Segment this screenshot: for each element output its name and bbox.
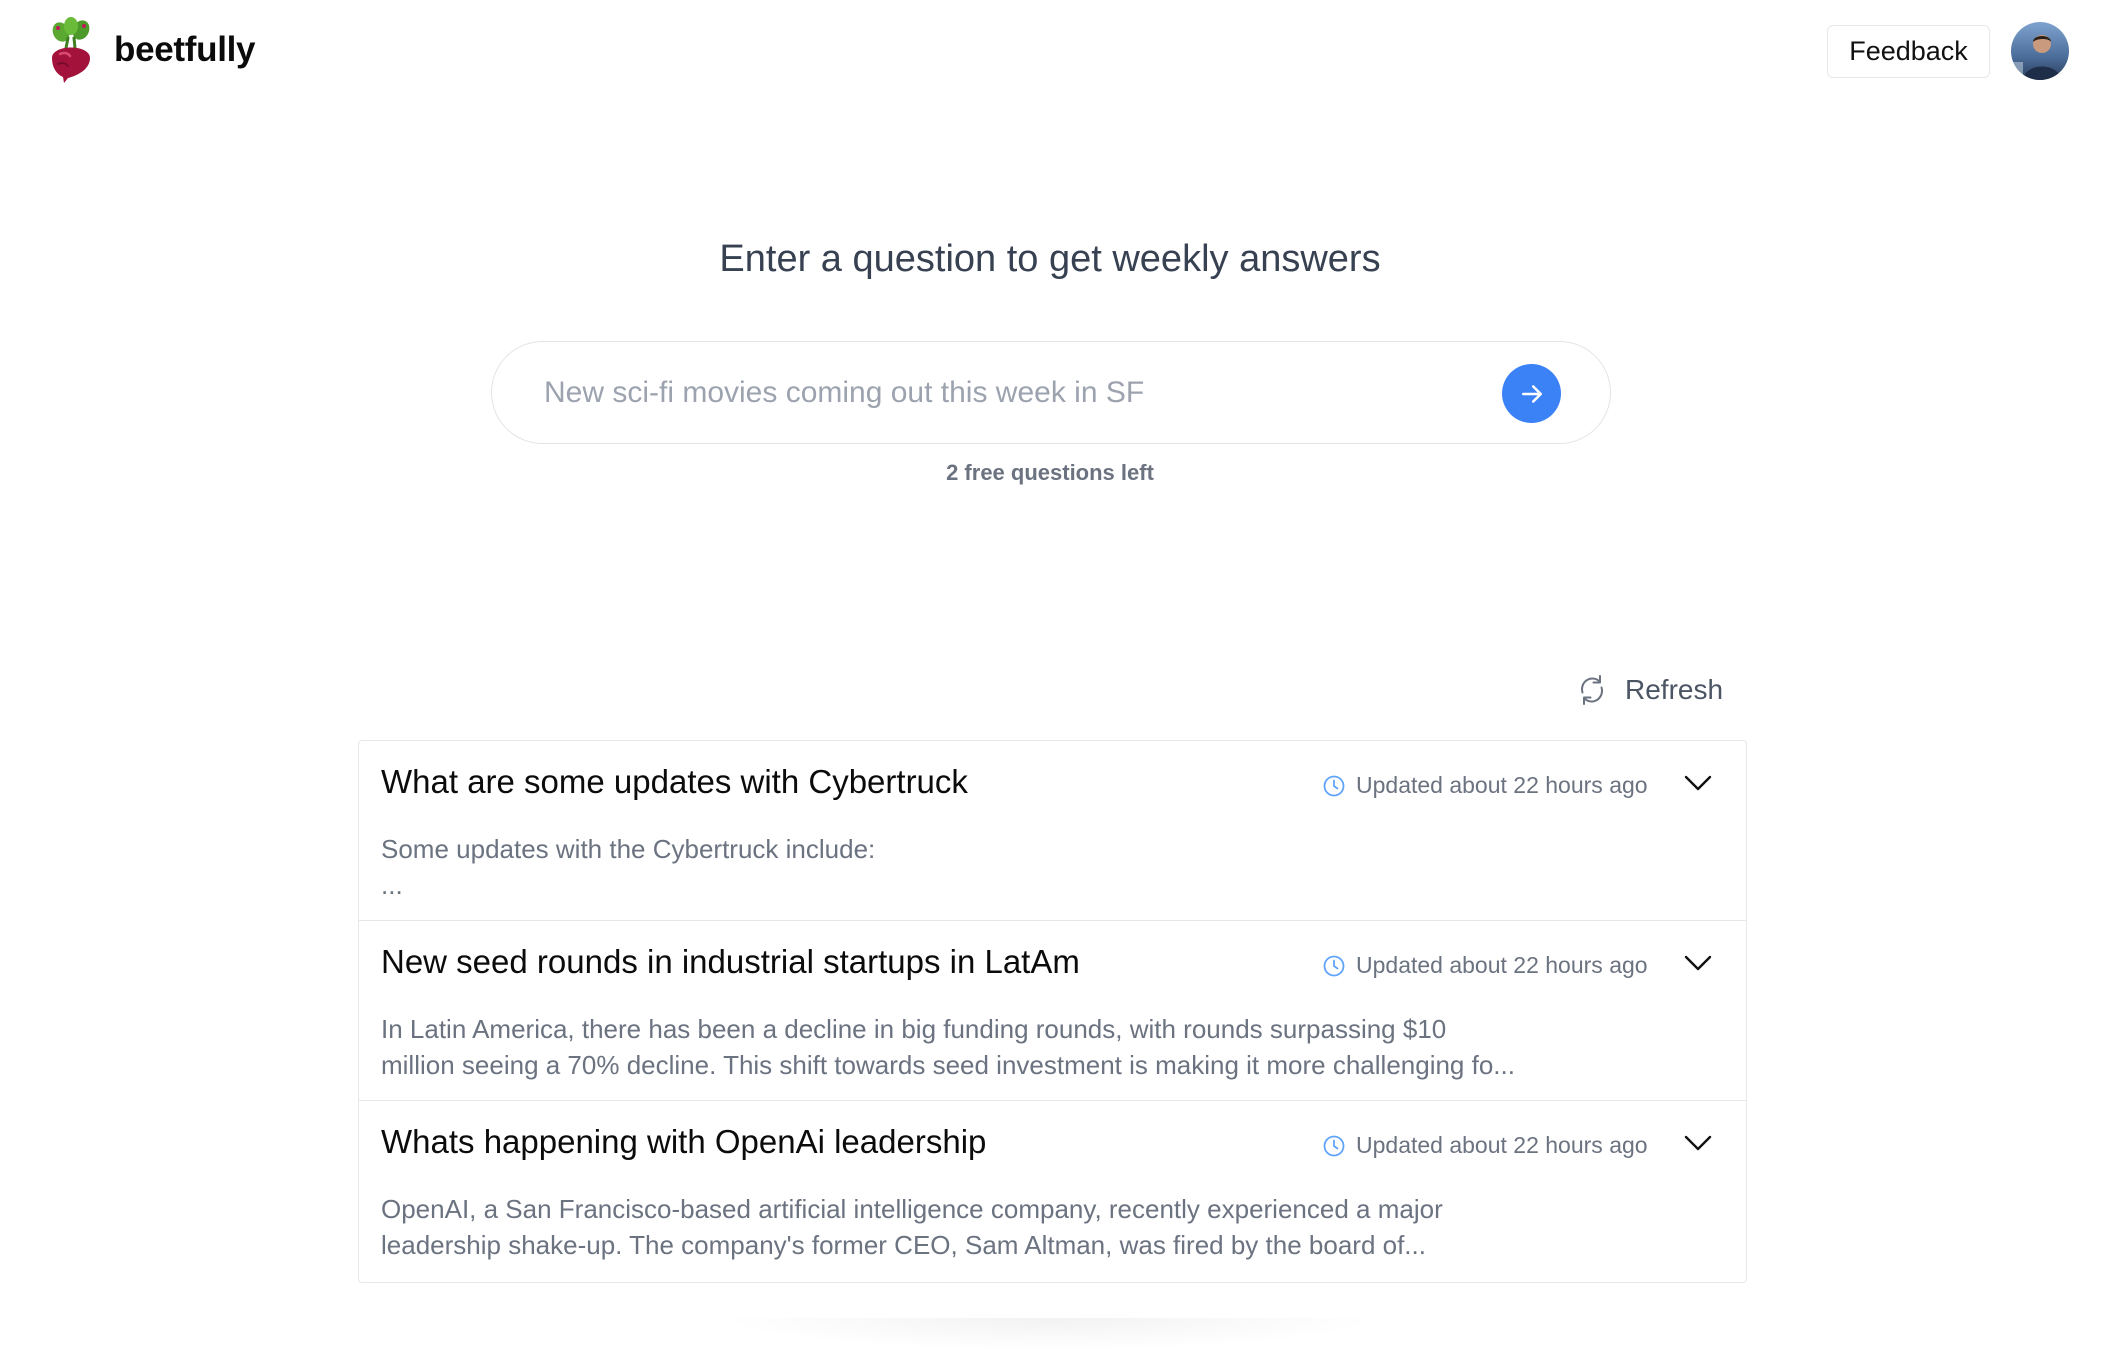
updated-text: Updated about 22 hours ago xyxy=(1356,1132,1648,1158)
clock-icon xyxy=(1323,1135,1345,1156)
user-avatar[interactable] xyxy=(2011,22,2069,80)
refresh-label: Refresh xyxy=(1625,674,1724,705)
question-input[interactable] xyxy=(542,360,1462,426)
summary-line: In Latin America, there has been a decli… xyxy=(381,1014,1447,1044)
submit-question-button[interactable] xyxy=(1502,364,1561,423)
summary-line: million seeing a 70% decline. This shift… xyxy=(381,1050,1515,1080)
top-header: beetfully Feedback xyxy=(0,0,2108,104)
refresh-icon xyxy=(1581,675,1603,705)
summary-line: Some updates with the Cybertruck include… xyxy=(381,834,876,864)
refresh-button[interactable]: Refresh xyxy=(1577,673,1723,707)
feedback-button[interactable]: Feedback xyxy=(1827,25,1990,78)
avatar-image xyxy=(2011,22,2069,80)
summary-line: leadership shake-up. The company's forme… xyxy=(381,1230,1426,1260)
question-summary: OpenAI, a San Francisco-based artificial… xyxy=(381,1191,1551,1263)
arrow-right-icon xyxy=(1521,384,1542,403)
question-summary: In Latin America, there has been a decli… xyxy=(381,1011,1551,1083)
question-title: Whats happening with OpenAi leadership xyxy=(381,1123,987,1160)
clock-icon xyxy=(1323,775,1345,796)
free-questions-counter: 2 free questions left xyxy=(946,460,1154,485)
page-title: Enter a question to get weekly answers xyxy=(719,238,1381,280)
chevron-down-icon[interactable] xyxy=(1681,1131,1715,1155)
question-search-box xyxy=(491,341,1611,444)
question-title: New seed rounds in industrial startups i… xyxy=(381,943,1080,980)
updated-status: Updated about 22 hours ago xyxy=(1322,952,1648,979)
beet-icon xyxy=(52,17,90,83)
summary-line: OpenAI, a San Francisco-based artificial… xyxy=(381,1194,1443,1224)
brand-logo[interactable]: beetfully xyxy=(44,16,256,84)
question-item[interactable]: New seed rounds in industrial startups i… xyxy=(359,921,1746,1101)
question-item[interactable]: What are some updates with Cybertruck Up… xyxy=(359,741,1746,921)
brand-name: beetfully xyxy=(114,30,256,69)
question-list: What are some updates with Cybertruck Up… xyxy=(358,740,1747,1283)
updated-text: Updated about 22 hours ago xyxy=(1356,952,1648,978)
chevron-down-icon[interactable] xyxy=(1681,771,1715,795)
updated-status: Updated about 22 hours ago xyxy=(1322,772,1648,799)
question-title: What are some updates with Cybertruck xyxy=(381,763,968,800)
question-summary: Some updates with the Cybertruck include… xyxy=(381,831,1551,903)
question-item[interactable]: Whats happening with OpenAi leadership U… xyxy=(359,1101,1746,1281)
summary-line: ... xyxy=(381,870,403,900)
clock-icon xyxy=(1323,955,1345,976)
updated-text: Updated about 22 hours ago xyxy=(1356,772,1648,798)
updated-status: Updated about 22 hours ago xyxy=(1322,1132,1648,1159)
chevron-down-icon[interactable] xyxy=(1681,951,1715,975)
bottom-shadow xyxy=(720,1318,1380,1350)
